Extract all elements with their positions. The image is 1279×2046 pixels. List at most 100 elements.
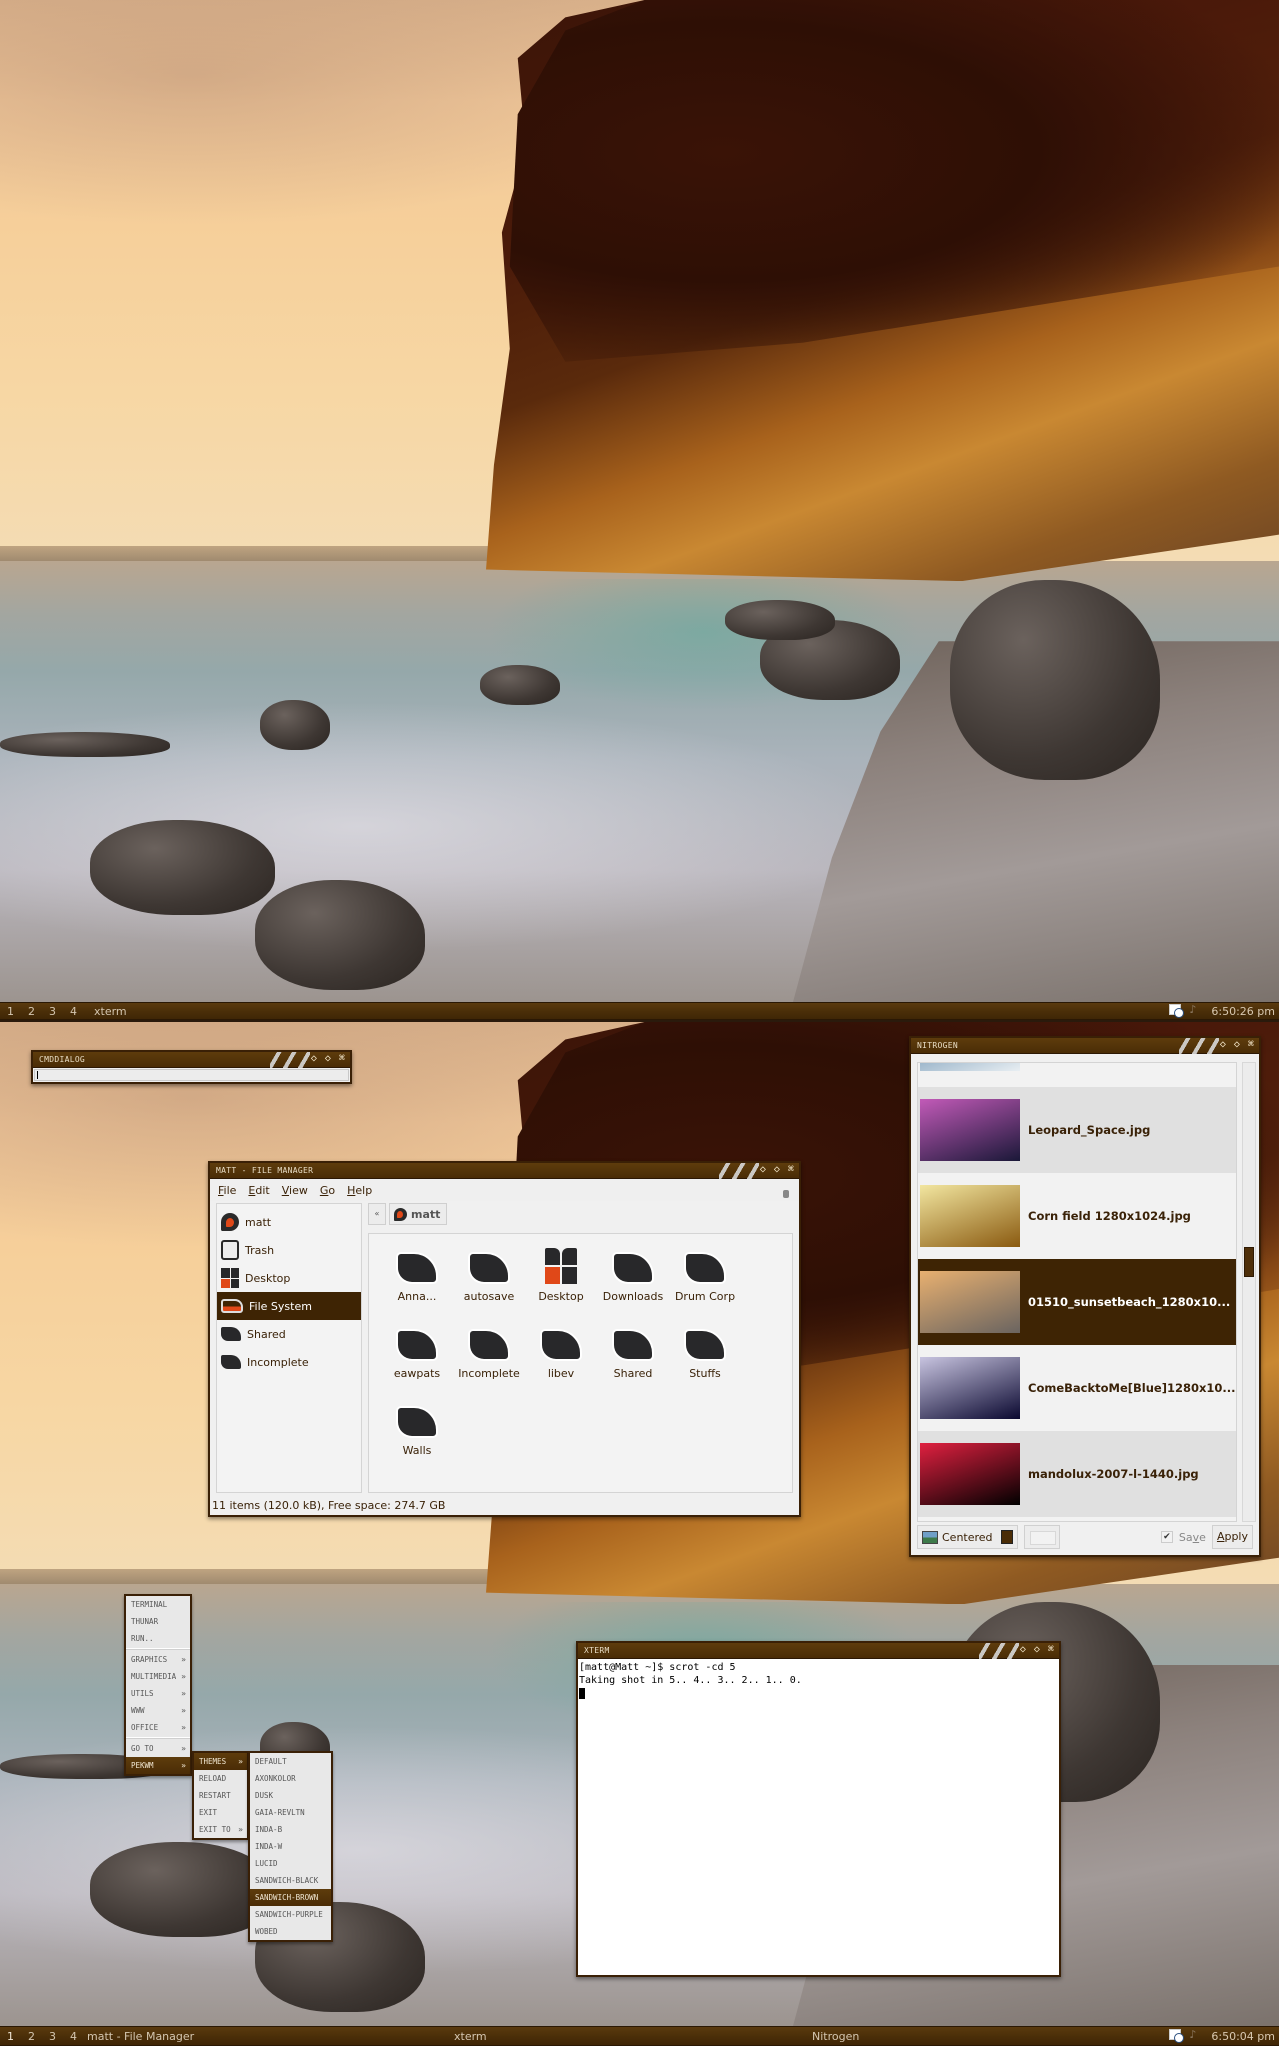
menu-item-reload[interactable]: RELOAD: [194, 1770, 247, 1787]
menu-view[interactable]: View: [282, 1184, 308, 1197]
menu-item-terminal[interactable]: TERMINAL: [126, 1596, 190, 1613]
submenu-arrow-icon: »: [181, 1655, 186, 1664]
sidebar-item-shared[interactable]: Shared: [217, 1320, 361, 1348]
wallpaper-item[interactable]: [918, 1517, 1236, 1521]
sidebar-item-trash[interactable]: Trash: [217, 1236, 361, 1264]
menu-item-run[interactable]: RUN..: [126, 1630, 190, 1647]
close-button[interactable]: ⌘: [337, 1053, 347, 1065]
cmddialog-titlebar[interactable]: CMDDIALOG ◇ ◇ ⌘: [33, 1052, 350, 1068]
menu-item-sandwich-brown[interactable]: SANDWICH-BROWN: [250, 1889, 331, 1906]
wallpaper-item[interactable]: Corn field 1280x1024.jpg: [918, 1173, 1236, 1259]
apply-button[interactable]: Apply: [1211, 1525, 1253, 1549]
file-item[interactable]: Walls: [381, 1402, 453, 1479]
maximize-button[interactable]: ◇: [323, 1053, 333, 1065]
path-button-matt[interactable]: matt: [389, 1203, 448, 1225]
sidebar-item-incomplete[interactable]: Incomplete: [217, 1348, 361, 1376]
menu-item-sandwich-black[interactable]: SANDWICH-BLACK: [250, 1872, 331, 1889]
sidebar-item-file-system[interactable]: File System: [217, 1292, 361, 1320]
file-item[interactable]: Drum Corp: [669, 1248, 741, 1325]
wallpaper-item[interactable]: 01510_sunsetbeach_1280x10...: [918, 1259, 1236, 1345]
menu-item-default[interactable]: DEFAULT: [250, 1753, 331, 1770]
menu-item-exit-to[interactable]: EXIT TO»: [194, 1821, 247, 1838]
menu-item-gaia-revltn[interactable]: GAIA-REVLTN: [250, 1804, 331, 1821]
task-xterm[interactable]: xterm: [444, 2030, 802, 2043]
maximize-button[interactable]: ◇: [1232, 1039, 1242, 1051]
file-item[interactable]: Desktop: [525, 1248, 597, 1325]
sidebar-item-desktop[interactable]: Desktop: [217, 1264, 361, 1292]
file-item[interactable]: Shared: [597, 1325, 669, 1402]
workspace-4[interactable]: 4: [63, 2030, 84, 2043]
menu-item-inda-w[interactable]: INDA-W: [250, 1838, 331, 1855]
scrollbar-thumb[interactable]: [1244, 1247, 1254, 1277]
wallpaper-item[interactable]: mandolux-2007-l-1440.jpg: [918, 1431, 1236, 1517]
file-item[interactable]: autosave: [453, 1248, 525, 1325]
menu-item-multimedia[interactable]: MULTIMEDIA»: [126, 1668, 190, 1685]
terminal-output[interactable]: [matt@Matt ~]$ scrot -cd 5 Taking shot in…: [578, 1659, 1059, 1975]
nitrogen-titlebar[interactable]: NITROGEN ◇ ◇ ⌘: [911, 1038, 1259, 1054]
close-button[interactable]: ⌘: [786, 1164, 796, 1176]
menu-item-dusk[interactable]: DUSK: [250, 1787, 331, 1804]
workspace-2[interactable]: 2: [21, 1005, 42, 1018]
workspace-1[interactable]: 1: [0, 1005, 21, 1018]
menu-item-restart[interactable]: RESTART: [194, 1787, 247, 1804]
menu-item-wobed[interactable]: WOBED: [250, 1923, 331, 1940]
wallpaper-item[interactable]: [918, 1063, 1236, 1087]
file-item[interactable]: libev: [525, 1325, 597, 1402]
volume-icon[interactable]: [1189, 1003, 1199, 1018]
wallpaper-item[interactable]: ComeBacktoMe[Blue]1280x10...: [918, 1345, 1236, 1431]
maximize-button[interactable]: ◇: [772, 1164, 782, 1176]
close-button[interactable]: ⌘: [1246, 1039, 1256, 1051]
xterm-titlebar[interactable]: XTERM ◇ ◇ ⌘: [578, 1643, 1059, 1659]
terminal-line: Taking shot in 5.. 4.. 3.. 2.. 1.. 0.: [579, 1675, 802, 1686]
wallpaper-item[interactable]: Leopard_Space.jpg: [918, 1087, 1236, 1173]
workspace-4[interactable]: 4: [63, 1005, 84, 1018]
file-item[interactable]: Stuffs: [669, 1325, 741, 1402]
iconify-button[interactable]: ◇: [758, 1164, 768, 1176]
task-nitrogen[interactable]: Nitrogen: [802, 2030, 869, 2043]
task-file-manager[interactable]: matt - File Manager: [84, 2030, 444, 2043]
task-xterm[interactable]: xterm: [84, 1005, 137, 1018]
maximize-button[interactable]: ◇: [1032, 1644, 1042, 1656]
wallpaper-thumbnail: [920, 1271, 1020, 1333]
workspace-3[interactable]: 3: [42, 1005, 63, 1018]
menu-file[interactable]: File: [218, 1184, 236, 1197]
menu-help[interactable]: Help: [347, 1184, 372, 1197]
clipboard-clock-icon[interactable]: [1169, 1004, 1185, 1018]
workspace-1[interactable]: 1: [0, 2030, 21, 2043]
iconify-button[interactable]: ◇: [1218, 1039, 1228, 1051]
display-mode-select[interactable]: Centered: [917, 1525, 1018, 1549]
menu-item-utils[interactable]: UTILS»: [126, 1685, 190, 1702]
menu-item-graphics[interactable]: GRAPHICS»: [126, 1651, 190, 1668]
workspace-3[interactable]: 3: [42, 2030, 63, 2043]
clipboard-clock-icon[interactable]: [1169, 2029, 1185, 2043]
file-item[interactable]: Incomplete: [453, 1325, 525, 1402]
file-item[interactable]: eawpats: [381, 1325, 453, 1402]
save-checkbox[interactable]: ✔: [1160, 1531, 1173, 1543]
iconify-button[interactable]: ◇: [309, 1053, 319, 1065]
file-manager-titlebar[interactable]: MATT - FILE MANAGER ◇ ◇ ⌘: [210, 1163, 799, 1179]
iconify-button[interactable]: ◇: [1018, 1644, 1028, 1656]
menu-item-lucid[interactable]: LUCID: [250, 1855, 331, 1872]
menu-item-www[interactable]: WWW»: [126, 1702, 190, 1719]
menu-item-go-to[interactable]: GO TO»: [126, 1740, 190, 1757]
menu-item-themes[interactable]: THEMES»: [194, 1753, 247, 1770]
menu-item-pekwm[interactable]: PEKWM»: [126, 1757, 190, 1774]
menu-item-axonkolor[interactable]: AXONKOLOR: [250, 1770, 331, 1787]
color-picker-button[interactable]: [1023, 1525, 1060, 1549]
file-item[interactable]: Anna...: [381, 1248, 453, 1325]
menu-go[interactable]: Go: [320, 1184, 335, 1197]
menu-item-exit[interactable]: EXIT: [194, 1804, 247, 1821]
workspace-2[interactable]: 2: [21, 2030, 42, 2043]
path-back-button[interactable]: «: [368, 1203, 386, 1225]
menu-edit[interactable]: Edit: [248, 1184, 269, 1197]
command-input[interactable]: [35, 1072, 348, 1082]
menu-item-thunar[interactable]: THUNAR: [126, 1613, 190, 1630]
menu-item-inda-b[interactable]: INDA-B: [250, 1821, 331, 1838]
file-item[interactable]: Downloads: [597, 1248, 669, 1325]
volume-icon[interactable]: [1189, 2028, 1199, 2043]
menu-item-office[interactable]: OFFICE»: [126, 1719, 190, 1736]
close-button[interactable]: ⌘: [1046, 1644, 1056, 1656]
sidebar-item-matt[interactable]: matt: [217, 1208, 361, 1236]
wallpaper-list-scrollbar[interactable]: [1242, 1062, 1256, 1522]
menu-item-sandwich-purple[interactable]: SANDWICH-PURPLE: [250, 1906, 331, 1923]
